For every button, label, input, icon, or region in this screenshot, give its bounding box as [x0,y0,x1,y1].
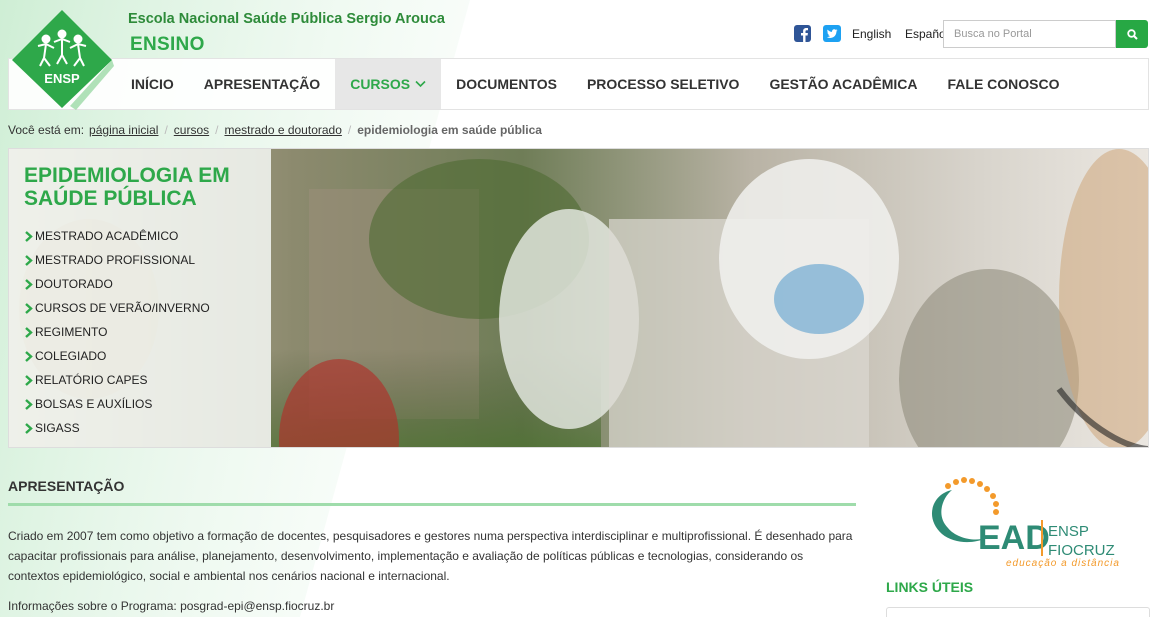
course-menu-item[interactable]: RELATÓRIO CAPES [24,368,210,392]
chevron-right-icon [25,302,33,314]
course-menu-item[interactable]: CURSOS DE VERÃO/INVERNO [24,296,210,320]
breadcrumb-mestrado-doutorado[interactable]: mestrado e doutorado [224,123,341,137]
course-menu-label: CURSOS DE VERÃO/INVERNO [35,301,210,315]
course-banner: EPIDEMIOLOGIA EM SAÚDE PÚBLICA MESTRADO … [8,148,1149,448]
banner-side-menu: EPIDEMIOLOGIA EM SAÚDE PÚBLICA MESTRADO … [9,149,271,447]
course-menu-item[interactable]: COLEGIADO [24,344,210,368]
institution-name: Escola Nacional Saúde Pública Sergio Aro… [128,11,445,27]
course-menu-label: COLEGIADO [35,349,107,363]
breadcrumb-separator: / [347,123,352,137]
course-menu-label: REGIMENTO [35,325,108,339]
course-menu-label: MESTRADO PROFISSIONAL [35,253,196,267]
links-title: LINKS ÚTEIS [886,579,974,595]
site-header: ENSP Escola Nacional Saúde Pública Sergi… [0,0,1160,110]
ead-ensp-logo[interactable]: EAD ENSP FIOCRUZ educação a distância [914,476,1120,568]
chevron-right-icon [25,326,33,338]
section-title[interactable]: ENSINO [130,34,205,56]
chevron-right-icon [25,422,33,434]
heading-divider [8,503,856,506]
breadcrumb-prefix: Você está em: [8,123,85,137]
course-menu-label: BOLSAS E AUXÍLIOS [35,397,153,411]
program-contact-info: Informações sobre o Programa: posgrad-ep… [8,599,335,613]
breadcrumb: Você está em: página inicial / cursos / … [8,123,542,137]
search-input[interactable] [943,20,1116,48]
ead-brand: EAD [978,519,1050,557]
course-menu-item[interactable]: REGIMENTO [24,320,210,344]
logo-text: ENSP [44,71,80,86]
course-menu-label: DOUTORADO [35,277,113,291]
search-icon [1126,28,1138,40]
ead-org-fiocruz: FIOCRUZ [1048,542,1115,559]
chevron-right-icon [25,374,33,386]
course-menu-list: MESTRADO ACADÊMICO MESTRADO PROFISSIONAL D… [24,224,210,440]
course-menu-label: MESTRADO ACADÊMICO [35,229,179,243]
course-menu-item[interactable]: SIGASS [24,416,210,440]
search-button[interactable] [1116,20,1148,48]
chevron-right-icon [25,278,33,290]
ead-org-ensp: ENSP [1048,523,1089,540]
ead-tagline: educação a distância [1006,558,1120,568]
presentation-paragraph: Criado em 2007 tem como objetivo a forma… [8,529,853,583]
main-content: APRESENTAÇÃO Criado em 2007 tem como obj… [8,470,856,616]
course-menu-item[interactable]: MESTRADO ACADÊMICO [24,224,210,248]
chevron-right-icon [25,254,33,266]
facebook-icon[interactable] [794,25,811,42]
chevron-right-icon [25,398,33,410]
course-menu-label: RELATÓRIO CAPES [35,373,148,387]
twitter-icon[interactable] [823,25,841,42]
course-menu-item[interactable]: DOUTORADO [24,272,210,296]
course-menu-label: SIGASS [35,421,80,435]
language-english-link[interactable]: English [852,27,891,41]
breadcrumb-separator: / [164,123,168,137]
chevron-right-icon [25,350,33,362]
chevron-right-icon [25,230,33,242]
course-menu-item[interactable]: BOLSAS E AUXÍLIOS [24,392,210,416]
breadcrumb-cursos[interactable]: cursos [174,123,209,137]
course-menu-item[interactable]: MESTRADO PROFISSIONAL [24,248,210,272]
links-box [886,607,1150,617]
section-heading: APRESENTAÇÃO [8,478,125,494]
course-title: EPIDEMIOLOGIA EM SAÚDE PÚBLICA [24,164,230,210]
breadcrumb-current: epidemiologia em saúde pública [357,123,542,137]
ensp-logo[interactable]: ENSP [10,8,114,110]
breadcrumb-home[interactable]: página inicial [89,123,158,137]
breadcrumb-separator: / [215,123,219,137]
language-spanish-link[interactable]: Español [905,27,945,41]
